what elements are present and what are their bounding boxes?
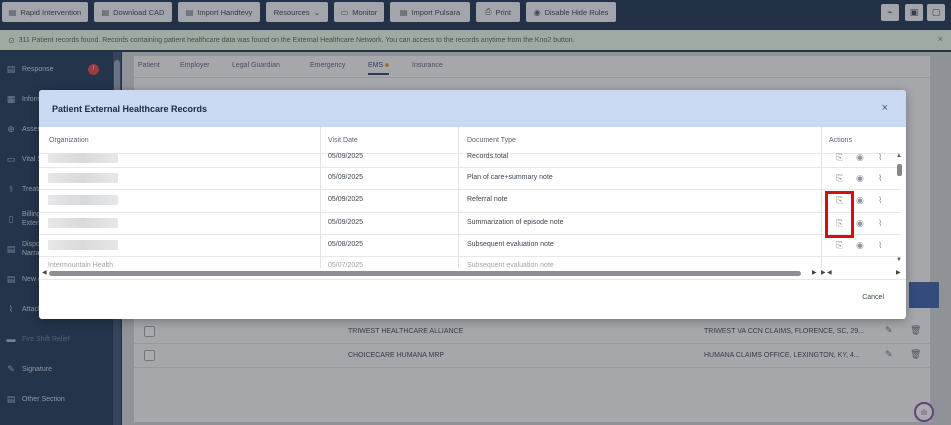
modal-footer: Cancel — [39, 279, 906, 319]
download-document-icon[interactable]: ⎘ — [836, 173, 843, 184]
header-divider — [39, 153, 821, 154]
eye-icon[interactable]: ◉ — [856, 152, 864, 163]
paperclip-icon[interactable]: ⌇ — [878, 218, 882, 229]
document-type-cell: Records.total — [467, 153, 509, 160]
visit-date-cell: 05/08/2025 — [328, 241, 364, 248]
visit-date-cell: 05/09/2025 — [328, 174, 364, 181]
scroll-up-icon[interactable]: ▲ — [896, 153, 902, 159]
scroll-left-icon[interactable]: ◀ — [42, 269, 47, 276]
document-type-cell: Summarization of episode note — [467, 219, 564, 226]
visit-date-cell: 05/09/2025 — [328, 196, 364, 203]
cancel-button[interactable]: Cancel — [862, 294, 884, 301]
modal-header: Patient External Healthcare Records × — [39, 90, 906, 127]
row-divider — [821, 167, 901, 168]
eye-icon[interactable]: ◉ — [856, 218, 864, 229]
row-divider — [39, 167, 821, 168]
column-divider — [821, 127, 822, 268]
scroll-thumb[interactable] — [897, 164, 902, 176]
eye-icon[interactable]: ◉ — [856, 173, 864, 184]
external-records-modal: Patient External Healthcare Records × Or… — [39, 90, 906, 319]
paperclip-icon[interactable]: ⌇ — [878, 240, 882, 251]
scroll-right-icon[interactable]: ▶ — [821, 269, 826, 276]
organization-cell: Intermountain Health — [48, 262, 113, 269]
document-type-cell: Plan of care+summary note — [467, 174, 553, 181]
row-divider — [39, 212, 821, 213]
redacted-organization — [48, 218, 118, 228]
visit-date-cell: 05/09/2025 — [328, 153, 364, 160]
download-document-icon[interactable]: ⎘ — [836, 240, 843, 251]
download-document-icon[interactable]: ⎘ — [836, 152, 843, 163]
redacted-organization — [48, 173, 118, 183]
visit-date-cell: 05/09/2025 — [328, 219, 364, 226]
visit-date-cell: 05/07/2025 — [328, 262, 364, 269]
document-type-cell: Subsequent evaluation note — [467, 262, 554, 269]
records-table: Organization Visit Date Document Type Ac… — [39, 127, 906, 269]
close-icon[interactable]: × — [882, 102, 888, 114]
row-divider — [821, 256, 901, 257]
eye-icon[interactable]: ◉ — [856, 240, 864, 251]
scroll-right-icon[interactable]: ▶ — [896, 269, 901, 276]
document-type-cell: Subsequent evaluation note — [467, 241, 554, 248]
paperclip-icon[interactable]: ⌇ — [878, 173, 882, 184]
column-header-actions: Actions — [829, 136, 852, 144]
modal-title: Patient External Healthcare Records — [52, 103, 208, 114]
column-header-document-type[interactable]: Document Type — [467, 127, 516, 153]
redacted-organization — [48, 195, 118, 205]
column-header-visit-date[interactable]: Visit Date — [328, 127, 358, 153]
redacted-organization — [48, 153, 118, 163]
table-vertical-scrollbar[interactable]: ▲ ▼ — [896, 153, 903, 265]
eye-icon[interactable]: ◉ — [856, 195, 864, 206]
scroll-right-icon[interactable]: ▶ — [812, 269, 817, 276]
row-divider — [821, 189, 901, 190]
highlighted-download-buttons — [825, 191, 854, 238]
document-type-cell: Referral note — [467, 196, 508, 203]
row-divider — [39, 189, 821, 190]
paperclip-icon[interactable]: ⌇ — [878, 152, 882, 163]
column-divider — [320, 127, 321, 268]
row-divider — [39, 234, 821, 235]
scroll-down-icon[interactable]: ▼ — [896, 257, 902, 263]
scroll-left-icon[interactable]: ◀ — [827, 269, 832, 276]
redacted-organization — [48, 240, 118, 250]
column-divider — [458, 127, 459, 268]
table-horizontal-scrollbar[interactable]: ◀ ▶ ▶ ◀ ▶ — [39, 269, 906, 278]
column-header-organization[interactable]: Organization — [49, 127, 89, 153]
scroll-thumb[interactable] — [49, 271, 801, 276]
row-divider — [39, 256, 821, 257]
paperclip-icon[interactable]: ⌇ — [878, 195, 882, 206]
